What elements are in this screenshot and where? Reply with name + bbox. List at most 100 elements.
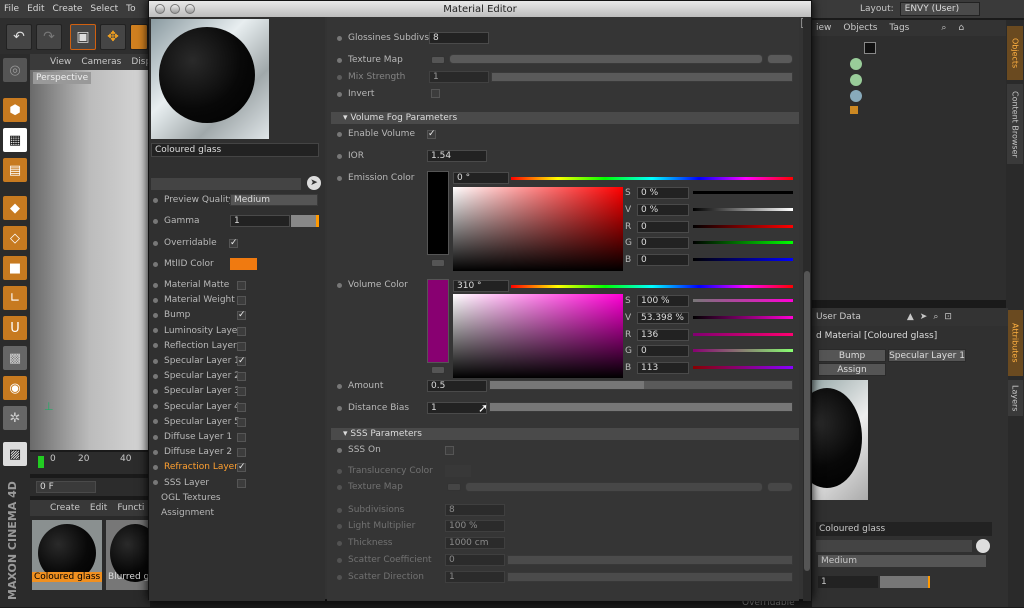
emission-color-swatch[interactable]: [427, 171, 449, 255]
ogl-textures-row[interactable]: OGL Textures: [161, 491, 221, 505]
attr-user-data[interactable]: User Data: [816, 312, 861, 322]
menu-edit[interactable]: Edit: [23, 4, 48, 14]
channel-r-slider[interactable]: [693, 332, 793, 336]
attr-gamma-slider[interactable]: [880, 576, 930, 588]
channel-v-field[interactable]: 53.398 %: [637, 311, 689, 324]
volume-hue-field[interactable]: 310 °: [453, 280, 509, 292]
make-editable-icon[interactable]: ◎: [3, 58, 27, 82]
sss-value-field[interactable]: 1: [445, 571, 505, 583]
assignment-row[interactable]: Assignment: [161, 506, 214, 520]
channel-row[interactable]: SSS Layer: [153, 476, 209, 490]
matmgr-menu-create[interactable]: Create: [50, 503, 80, 513]
section-sss[interactable]: ▾ SSS Parameters: [331, 428, 799, 440]
emission-hue-slider[interactable]: [511, 177, 793, 180]
close-button[interactable]: [155, 4, 165, 14]
attr-path-field[interactable]: [816, 540, 972, 552]
channel-s-field[interactable]: 0 %: [637, 187, 689, 199]
channel-s-field[interactable]: 100 %: [637, 295, 689, 307]
channel-r-field[interactable]: 0: [637, 220, 689, 233]
amount-field[interactable]: 0.5: [427, 380, 487, 392]
mix-strength-slider[interactable]: [491, 72, 793, 82]
channel-row[interactable]: Refraction Layer: [153, 460, 238, 474]
sss-texture-map-field[interactable]: [465, 482, 763, 492]
channel-checkbox[interactable]: [237, 402, 246, 412]
texture-mode-icon[interactable]: ▦: [3, 128, 27, 152]
viewport[interactable]: [30, 70, 150, 450]
pick-icon[interactable]: ➤: [307, 176, 321, 190]
volume-hue-slider[interactable]: [511, 285, 793, 288]
sss-texture-browse-button[interactable]: [767, 482, 793, 492]
sss-value-field[interactable]: 8: [445, 504, 505, 516]
move-icon[interactable]: ✥: [100, 24, 126, 50]
amount-slider[interactable]: [489, 380, 793, 390]
attr-gamma-field[interactable]: 1: [818, 576, 878, 588]
menu-file[interactable]: File: [0, 4, 23, 14]
objmgr-menu-objects[interactable]: Objects: [843, 23, 877, 33]
channel-checkbox[interactable]: [237, 448, 246, 458]
sss-value-field[interactable]: 0: [445, 554, 505, 566]
channel-checkbox[interactable]: ✓: [237, 311, 246, 321]
texture-map-arrow-button[interactable]: [447, 483, 461, 491]
channel-row[interactable]: Diffuse Layer 1: [153, 430, 232, 444]
channel-checkbox[interactable]: [237, 387, 246, 397]
live-selection-icon[interactable]: ▣: [70, 24, 96, 50]
material-name-field[interactable]: Coloured glass: [151, 143, 319, 157]
lock-icon[interactable]: ⊡: [944, 312, 952, 322]
channel-b-field[interactable]: 0: [637, 254, 689, 267]
preview-quality-select[interactable]: Medium: [230, 194, 318, 206]
viewport-menu-cameras[interactable]: Cameras: [81, 57, 121, 67]
sss-on-checkbox[interactable]: [445, 446, 454, 455]
channel-row[interactable]: Specular Layer 4: [153, 400, 240, 414]
channel-v-slider[interactable]: [693, 315, 793, 319]
channel-row[interactable]: Specular Layer 2: [153, 369, 240, 383]
channel-checkbox[interactable]: [237, 478, 246, 488]
distance-bias-slider[interactable]: [489, 402, 793, 412]
scrollbar-thumb[interactable]: [804, 271, 810, 571]
attr-pointer-icon[interactable]: [976, 539, 990, 553]
material-path-field[interactable]: [151, 178, 301, 190]
overridable-checkbox[interactable]: ✓: [229, 239, 238, 248]
channel-checkbox[interactable]: [237, 372, 246, 382]
channel-row[interactable]: Diffuse Layer 2: [153, 445, 232, 459]
sss-value-field[interactable]: 1000 cm: [445, 537, 505, 549]
arrow-pointer-icon[interactable]: ➤: [920, 312, 928, 322]
volume-expand-button[interactable]: [431, 366, 445, 374]
points-mode-icon[interactable]: ◆: [3, 196, 27, 220]
tab-attributes[interactable]: Attributes: [1007, 310, 1023, 376]
redo-icon[interactable]: ↷: [36, 24, 62, 50]
object-row[interactable]: [818, 58, 878, 72]
scale-icon[interactable]: [130, 24, 148, 50]
channel-row[interactable]: Material Matte: [153, 278, 229, 292]
texture-map-arrow-button[interactable]: [431, 56, 445, 64]
attr-name-field[interactable]: Coloured glass: [816, 522, 992, 536]
timeline[interactable]: 0 20 40: [30, 452, 150, 474]
texture-map-field[interactable]: [449, 54, 763, 64]
magnet-icon[interactable]: U: [3, 316, 27, 340]
channel-s-slider[interactable]: [693, 299, 793, 302]
sss-value-field[interactable]: 100 %: [445, 520, 505, 532]
attr-tab-assign[interactable]: Assign: [818, 363, 886, 376]
channel-g-slider[interactable]: [693, 349, 793, 353]
channel-row[interactable]: Specular Layer 1: [153, 354, 240, 368]
object-row[interactable]: [818, 106, 878, 120]
channel-row[interactable]: Specular Layer 5: [153, 415, 240, 429]
check-tag-icon[interactable]: [850, 58, 862, 70]
matmgr-menu-edit[interactable]: Edit: [90, 503, 107, 513]
menu-tools[interactable]: To: [122, 4, 139, 14]
attr-tab-specular[interactable]: Specular Layer 1: [888, 349, 966, 362]
attr-quality-select[interactable]: Medium: [818, 555, 986, 567]
menu-select[interactable]: Select: [86, 4, 122, 14]
sss-slider[interactable]: [507, 555, 793, 565]
channel-checkbox[interactable]: ✓: [237, 463, 246, 473]
layout-select[interactable]: ENVY (User): [899, 2, 980, 16]
axis-mode-icon[interactable]: ∟: [3, 286, 27, 310]
attr-tab-bump[interactable]: Bump: [818, 349, 886, 362]
channel-checkbox[interactable]: [237, 326, 246, 336]
channel-checkbox[interactable]: [237, 417, 246, 427]
channel-row[interactable]: Material Weight: [153, 293, 235, 307]
channel-checkbox[interactable]: [237, 296, 246, 306]
emission-sv-picker[interactable]: [453, 187, 623, 271]
lock-icon[interactable]: ◉: [3, 376, 27, 400]
viewport-menu-view[interactable]: View: [50, 57, 71, 67]
channel-checkbox[interactable]: ✓: [237, 357, 246, 366]
